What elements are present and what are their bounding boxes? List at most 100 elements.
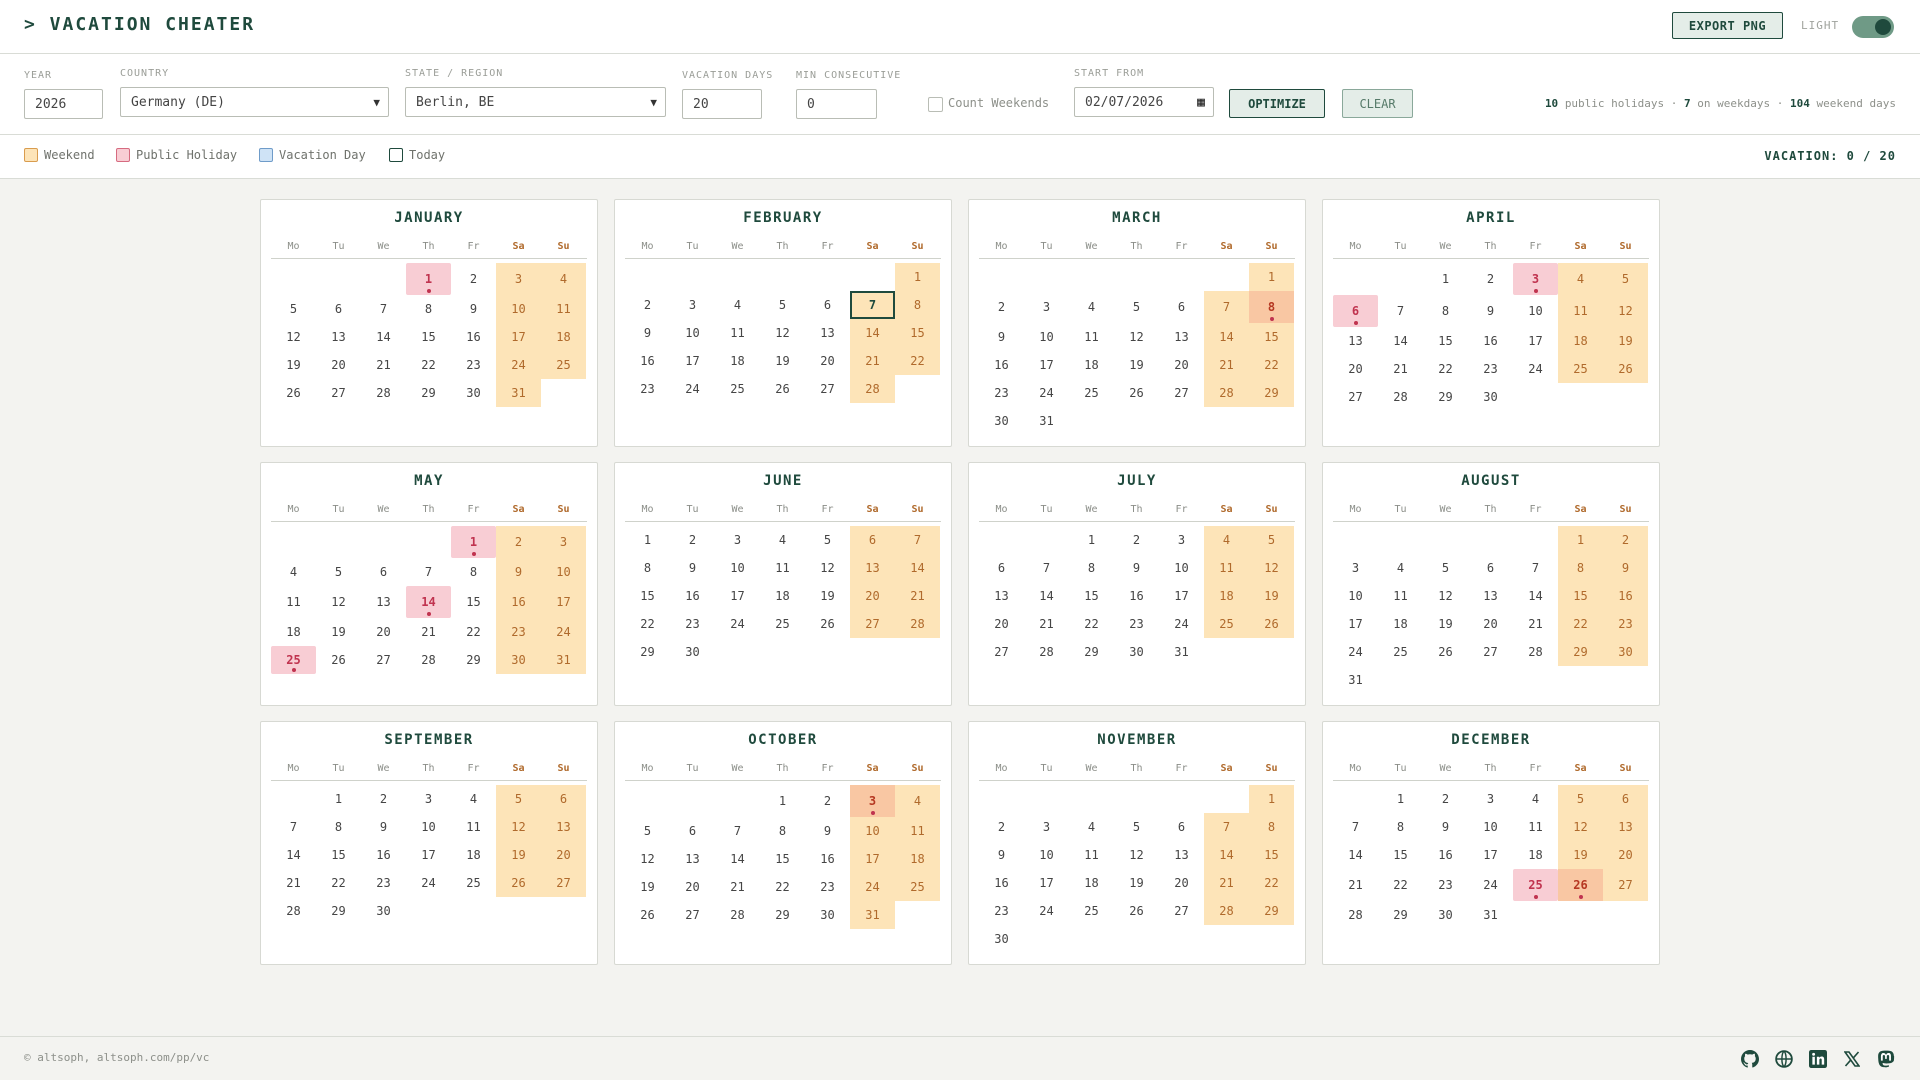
day-cell[interactable]: 8 [1423,295,1468,327]
weekend-day-cell[interactable]: 20 [850,582,895,610]
day-cell[interactable]: 30 [1114,638,1159,666]
day-cell[interactable]: 1 [1378,785,1423,813]
day-cell[interactable]: 6 [670,817,715,845]
country-select[interactable]: Germany (DE) ▼ [120,87,389,117]
holiday-day-cell[interactable]: 14 [406,586,451,618]
day-cell[interactable]: 12 [760,319,805,347]
day-cell[interactable]: 4 [1513,785,1558,813]
day-cell[interactable]: 4 [1069,291,1114,323]
day-cell[interactable]: 9 [361,813,406,841]
day-cell[interactable]: 30 [1468,383,1513,411]
day-cell[interactable]: 9 [979,841,1024,869]
weekend-day-cell[interactable]: 12 [1558,813,1603,841]
weekend-day-cell[interactable]: 17 [541,586,586,618]
weekend-day-cell[interactable]: 31 [541,646,586,674]
day-cell[interactable]: 7 [361,295,406,323]
day-cell[interactable]: 15 [451,586,496,618]
day-cell[interactable]: 11 [1513,813,1558,841]
weekend-day-cell[interactable]: 15 [1249,323,1294,351]
day-cell[interactable]: 4 [760,526,805,554]
day-cell[interactable]: 28 [1513,638,1558,666]
day-cell[interactable]: 5 [760,291,805,319]
weekend-day-cell[interactable]: 6 [1603,785,1648,813]
weekend-day-cell[interactable]: 27 [541,869,586,897]
weekend-day-cell[interactable]: 23 [1603,610,1648,638]
day-cell[interactable]: 10 [1024,841,1069,869]
day-cell[interactable]: 20 [670,873,715,901]
weekend-day-cell[interactable]: 9 [496,558,541,586]
day-cell[interactable]: 16 [361,841,406,869]
weekend-day-cell[interactable]: 10 [541,558,586,586]
day-cell[interactable]: 18 [1069,869,1114,897]
weekend-day-cell[interactable]: 7 [1204,813,1249,841]
day-cell[interactable]: 21 [361,351,406,379]
weekend-day-cell[interactable]: 14 [1204,323,1249,351]
day-cell[interactable]: 30 [979,925,1024,953]
day-cell[interactable]: 20 [1468,610,1513,638]
weekend-day-cell[interactable]: 22 [1558,610,1603,638]
weekend-day-cell[interactable]: 24 [541,618,586,646]
weekend-day-cell[interactable]: 13 [1603,813,1648,841]
day-cell[interactable]: 8 [625,554,670,582]
day-cell[interactable]: 3 [1024,291,1069,323]
day-cell[interactable]: 26 [1114,897,1159,925]
day-cell[interactable]: 8 [1378,813,1423,841]
day-cell[interactable]: 11 [451,813,496,841]
day-cell[interactable]: 13 [1159,841,1204,869]
weekend-day-cell[interactable]: 27 [1603,869,1648,901]
weekend-day-cell[interactable]: 20 [1603,841,1648,869]
day-cell[interactable]: 14 [271,841,316,869]
day-cell[interactable]: 6 [316,295,361,323]
day-cell[interactable]: 8 [316,813,361,841]
day-cell[interactable]: 26 [1423,638,1468,666]
day-cell[interactable]: 27 [979,638,1024,666]
holiday-day-cell[interactable]: 3 [1513,263,1558,295]
day-cell[interactable]: 24 [406,869,451,897]
weekend-day-cell[interactable]: 26 [496,869,541,897]
weekend-day-cell[interactable]: 15 [1558,582,1603,610]
day-cell[interactable]: 19 [805,582,850,610]
weekend-day-cell[interactable]: 22 [1249,869,1294,897]
linkedin-icon[interactable] [1808,1049,1828,1069]
day-cell[interactable]: 19 [1423,610,1468,638]
weekend-day-cell[interactable]: 12 [496,813,541,841]
day-cell[interactable]: 28 [1378,383,1423,411]
weekend-day-cell[interactable]: 28 [895,610,940,638]
day-cell[interactable]: 1 [625,526,670,554]
day-cell[interactable]: 19 [760,347,805,375]
day-cell[interactable]: 20 [1159,351,1204,379]
day-cell[interactable]: 5 [1114,813,1159,841]
day-cell[interactable]: 12 [316,586,361,618]
day-cell[interactable]: 9 [1468,295,1513,327]
weekend-day-cell[interactable]: 4 [1204,526,1249,554]
weekend-day-cell[interactable]: 19 [1249,582,1294,610]
weekend-day-cell[interactable]: 26 [1249,610,1294,638]
day-cell[interactable]: 5 [271,295,316,323]
holiday-day-cell[interactable]: 8 [1249,291,1294,323]
day-cell[interactable]: 10 [406,813,451,841]
day-cell[interactable]: 31 [1024,407,1069,435]
day-cell[interactable]: 6 [1159,291,1204,323]
day-cell[interactable]: 13 [361,586,406,618]
day-cell[interactable]: 17 [1024,351,1069,379]
day-cell[interactable]: 15 [760,845,805,873]
day-cell[interactable]: 27 [670,901,715,929]
day-cell[interactable]: 15 [316,841,361,869]
day-cell[interactable]: 7 [1333,813,1378,841]
weekend-day-cell[interactable]: 2 [1603,526,1648,554]
day-cell[interactable]: 1 [316,785,361,813]
day-cell[interactable]: 23 [805,873,850,901]
day-cell[interactable]: 14 [1513,582,1558,610]
day-cell[interactable]: 23 [1468,355,1513,383]
day-cell[interactable]: 10 [715,554,760,582]
day-cell[interactable]: 27 [1333,383,1378,411]
weekend-day-cell[interactable]: 11 [541,295,586,323]
weekend-day-cell[interactable]: 4 [541,263,586,295]
weekend-day-cell[interactable]: 10 [850,817,895,845]
day-cell[interactable]: 18 [451,841,496,869]
x-icon[interactable] [1842,1049,1862,1069]
day-cell[interactable]: 22 [406,351,451,379]
weekend-day-cell[interactable]: 15 [895,319,940,347]
day-cell[interactable]: 18 [1069,351,1114,379]
day-cell[interactable]: 4 [1378,554,1423,582]
